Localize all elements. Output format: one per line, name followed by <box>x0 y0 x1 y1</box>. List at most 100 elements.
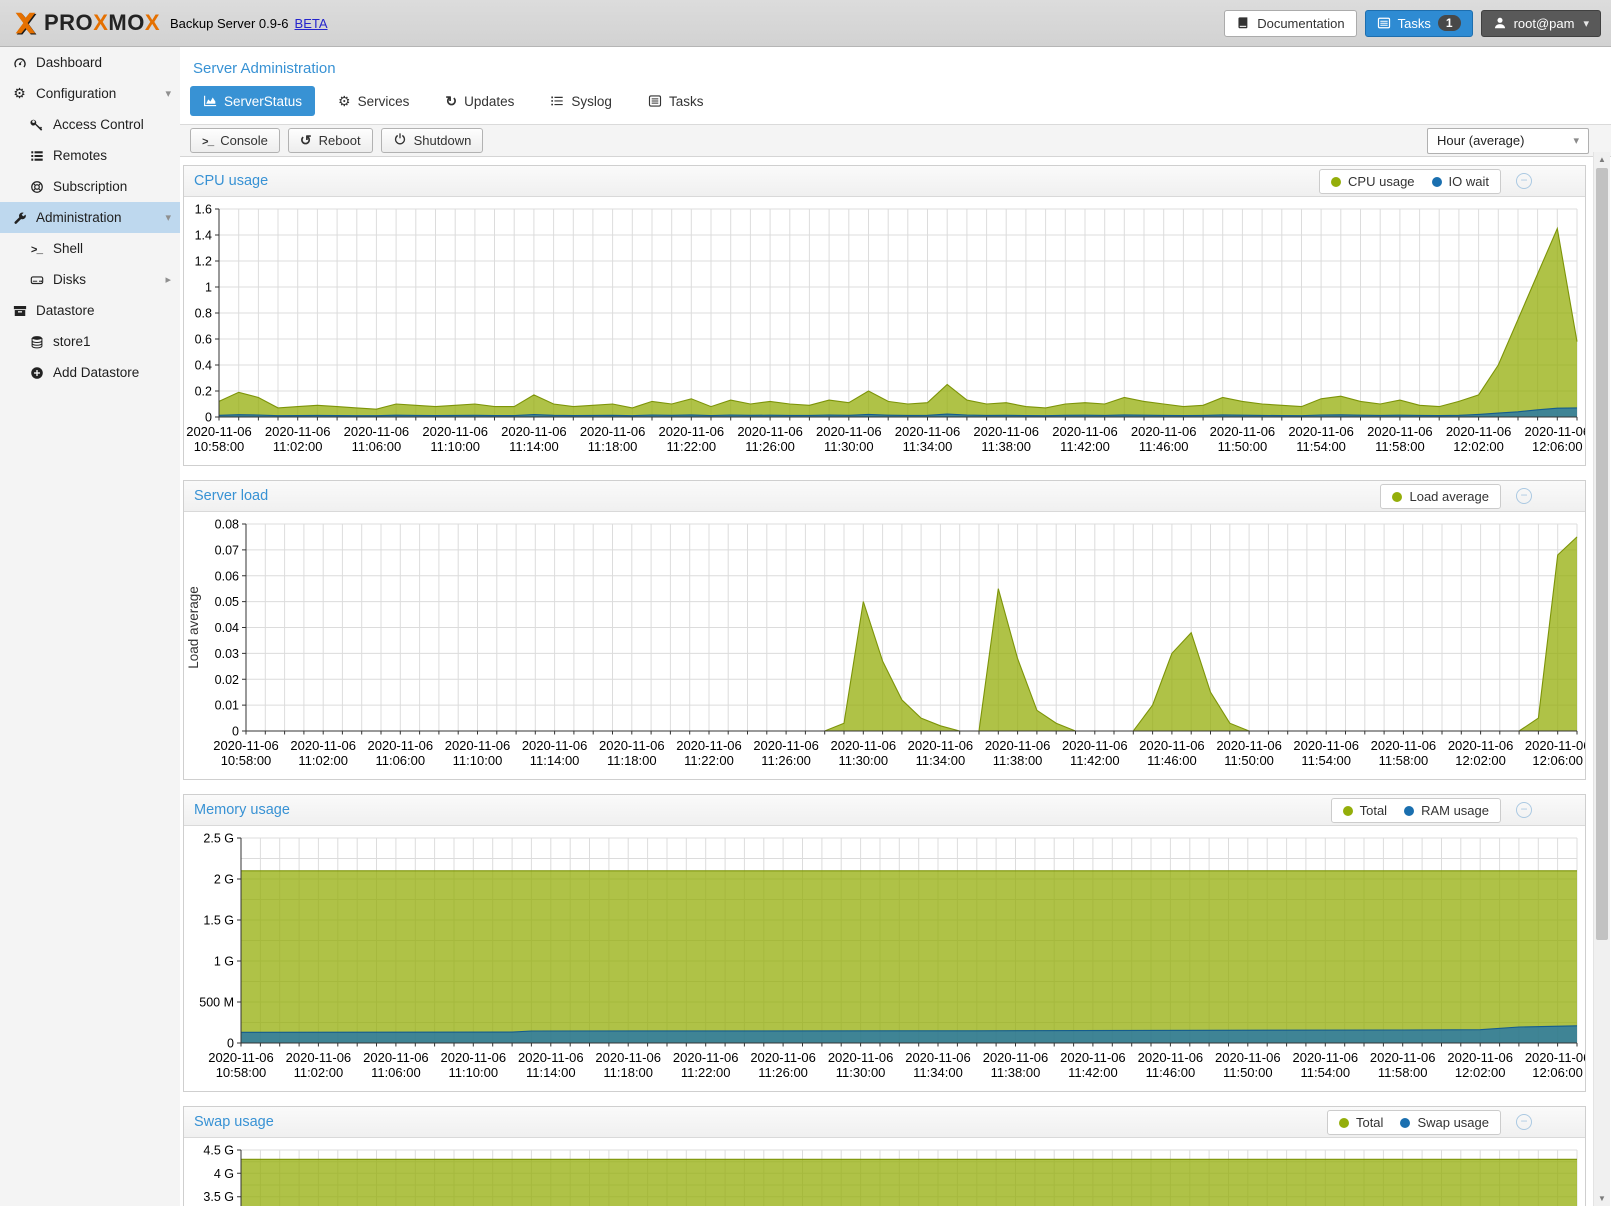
x-tick-time: 11:14:00 <box>530 753 580 768</box>
chart-area: 1.61.41.210.80.60.40.202020-11-0610:58:0… <box>184 197 1585 465</box>
x-tick-time: 12:02:00 <box>1455 1065 1506 1080</box>
tab-label: Syslog <box>571 94 612 109</box>
sidebar-item-subscription[interactable]: Subscription <box>0 171 180 202</box>
sidebar-item-label: Subscription <box>53 179 127 194</box>
x-tick-date: 2020-11-06 <box>1210 424 1276 439</box>
x-tick-date: 2020-11-06 <box>363 1050 429 1065</box>
y-tick-label: 4 G <box>214 1167 234 1181</box>
collapse-panel-button[interactable]: − <box>1516 173 1532 189</box>
x-tick-date: 2020-11-06 <box>1367 424 1433 439</box>
x-tick-date: 2020-11-06 <box>1293 738 1359 753</box>
legend-dot <box>1404 806 1414 816</box>
x-tick-time: 11:02:00 <box>298 753 348 768</box>
chevron-right-icon[interactable]: ▸ <box>165 273 171 286</box>
y-tick-label: 500 M <box>199 996 234 1010</box>
legend-dot <box>1343 806 1353 816</box>
documentation-button[interactable]: Documentation <box>1224 10 1356 37</box>
x-tick-date: 2020-11-06 <box>973 424 1039 439</box>
x-tick-date: 2020-11-06 <box>1447 1050 1513 1065</box>
legend-item[interactable]: CPU usage <box>1331 174 1414 189</box>
tab-syslog[interactable]: Syslog <box>537 86 625 116</box>
legend-label: IO wait <box>1449 174 1489 189</box>
x-tick-date: 2020-11-06 <box>344 424 410 439</box>
console-button[interactable]: >_ Console <box>190 128 280 153</box>
legend-item[interactable]: IO wait <box>1432 174 1489 189</box>
timeframe-value: Hour (average) <box>1437 133 1524 148</box>
tasks-button[interactable]: Tasks 1 <box>1365 10 1473 37</box>
collapse-panel-button[interactable]: − <box>1516 802 1532 818</box>
x-tick-date: 2020-11-06 <box>908 738 974 753</box>
sidebar-item-remotes[interactable]: Remotes <box>0 140 180 171</box>
x-tick-time: 11:18:00 <box>603 1065 653 1080</box>
user-menu-button[interactable]: root@pam ▾ <box>1481 10 1601 37</box>
legend-item[interactable]: RAM usage <box>1404 803 1489 818</box>
x-tick-time: 11:50:00 <box>1223 1065 1273 1080</box>
timeframe-select[interactable]: Hour (average) ▾ <box>1427 128 1589 154</box>
x-tick-time: 11:06:00 <box>352 439 402 454</box>
x-tick-date: 2020-11-06 <box>580 424 646 439</box>
panel-swap: Swap usage Total Swap usage − 4.5 G4 G3.… <box>183 1106 1586 1206</box>
chart-cpu: 1.61.41.210.80.60.40.202020-11-0610:58:0… <box>184 197 1585 465</box>
y-tick-label: 0 <box>205 411 212 425</box>
x-tick-date: 2020-11-06 <box>753 738 819 753</box>
vertical-scrollbar[interactable]: ▲ ▼ <box>1593 152 1610 1206</box>
x-tick-date: 2020-11-06 <box>445 738 511 753</box>
y-tick-label: 0.01 <box>215 699 239 713</box>
legend-mem: Total RAM usage <box>1331 798 1501 823</box>
database-icon <box>27 335 46 349</box>
reboot-button[interactable]: ↺ Reboot <box>288 128 373 153</box>
button-label: Console <box>220 133 268 148</box>
x-tick-time: 11:46:00 <box>1139 439 1189 454</box>
sidebar-item-access-control[interactable]: Access Control <box>0 109 180 140</box>
sidebar-item-shell[interactable]: >_ Shell <box>0 233 180 264</box>
sidebar-item-configuration[interactable]: ⚙ Configuration ▾ <box>0 78 180 109</box>
x-tick-time: 11:38:00 <box>993 753 1043 768</box>
sidebar-item-label: Shell <box>53 241 83 256</box>
legend-item[interactable]: Total <box>1343 803 1387 818</box>
sidebar-item-store1[interactable]: store1 <box>0 326 180 357</box>
x-tick-time: 11:38:00 <box>991 1065 1041 1080</box>
scrollbar-thumb[interactable] <box>1596 168 1608 940</box>
x-tick-time: 11:42:00 <box>1060 439 1110 454</box>
tab-serverstatus[interactable]: ServerStatus <box>190 86 315 116</box>
x-tick-time: 11:54:00 <box>1300 1065 1350 1080</box>
legend-item[interactable]: Load average <box>1392 489 1489 504</box>
beta-link[interactable]: BETA <box>295 16 328 31</box>
x-tick-time: 11:14:00 <box>526 1065 576 1080</box>
x-tick-time: 11:58:00 <box>1375 439 1425 454</box>
y-tick-label: 0 <box>227 1037 234 1051</box>
chevron-down-icon[interactable]: ▾ <box>165 87 171 100</box>
top-header: PROXMOX Backup Server 0.9-6 BETA Documen… <box>0 0 1611 47</box>
legend-item[interactable]: Swap usage <box>1400 1115 1489 1130</box>
x-tick-date: 2020-11-06 <box>985 738 1051 753</box>
plus-circle-icon <box>27 366 46 380</box>
sidebar-item-dashboard[interactable]: Dashboard <box>0 47 180 78</box>
sidebar-item-disks[interactable]: Disks ▸ <box>0 264 180 295</box>
tab-updates[interactable]: ↻ Updates <box>432 86 527 116</box>
x-tick-time: 12:06:00 <box>1532 439 1583 454</box>
x-tick-time: 11:34:00 <box>903 439 953 454</box>
scroll-down-arrow[interactable]: ▼ <box>1594 1191 1610 1206</box>
collapse-panel-button[interactable]: − <box>1516 488 1532 504</box>
tab-tasks[interactable]: Tasks <box>635 86 717 116</box>
collapse-panel-button[interactable]: − <box>1516 1114 1532 1130</box>
terminal-icon: >_ <box>202 133 213 149</box>
legend-label: CPU usage <box>1348 174 1414 189</box>
gears-icon: ⚙ <box>338 94 351 109</box>
shutdown-button[interactable]: Shutdown <box>381 128 484 153</box>
chevron-down-icon: ▾ <box>1583 17 1589 30</box>
tab-services[interactable]: ⚙ Services <box>325 86 422 116</box>
sidebar-item-add-datastore[interactable]: Add Datastore <box>0 357 180 388</box>
sidebar-item-label: Disks <box>53 272 86 287</box>
legend-item[interactable]: Total <box>1339 1115 1383 1130</box>
x-tick-date: 2020-11-06 <box>1215 1050 1281 1065</box>
chevron-down-icon[interactable]: ▾ <box>165 211 171 224</box>
sidebar-item-label: Access Control <box>53 117 144 132</box>
x-tick-time: 10:58:00 <box>221 753 272 768</box>
x-tick-time: 12:06:00 <box>1532 753 1583 768</box>
scroll-up-arrow[interactable]: ▲ <box>1594 152 1610 167</box>
sidebar-item-administration[interactable]: Administration ▾ <box>0 202 180 233</box>
x-tick-time: 10:58:00 <box>216 1065 267 1080</box>
x-tick-time: 11:22:00 <box>681 1065 731 1080</box>
sidebar-item-datastore[interactable]: Datastore <box>0 295 180 326</box>
